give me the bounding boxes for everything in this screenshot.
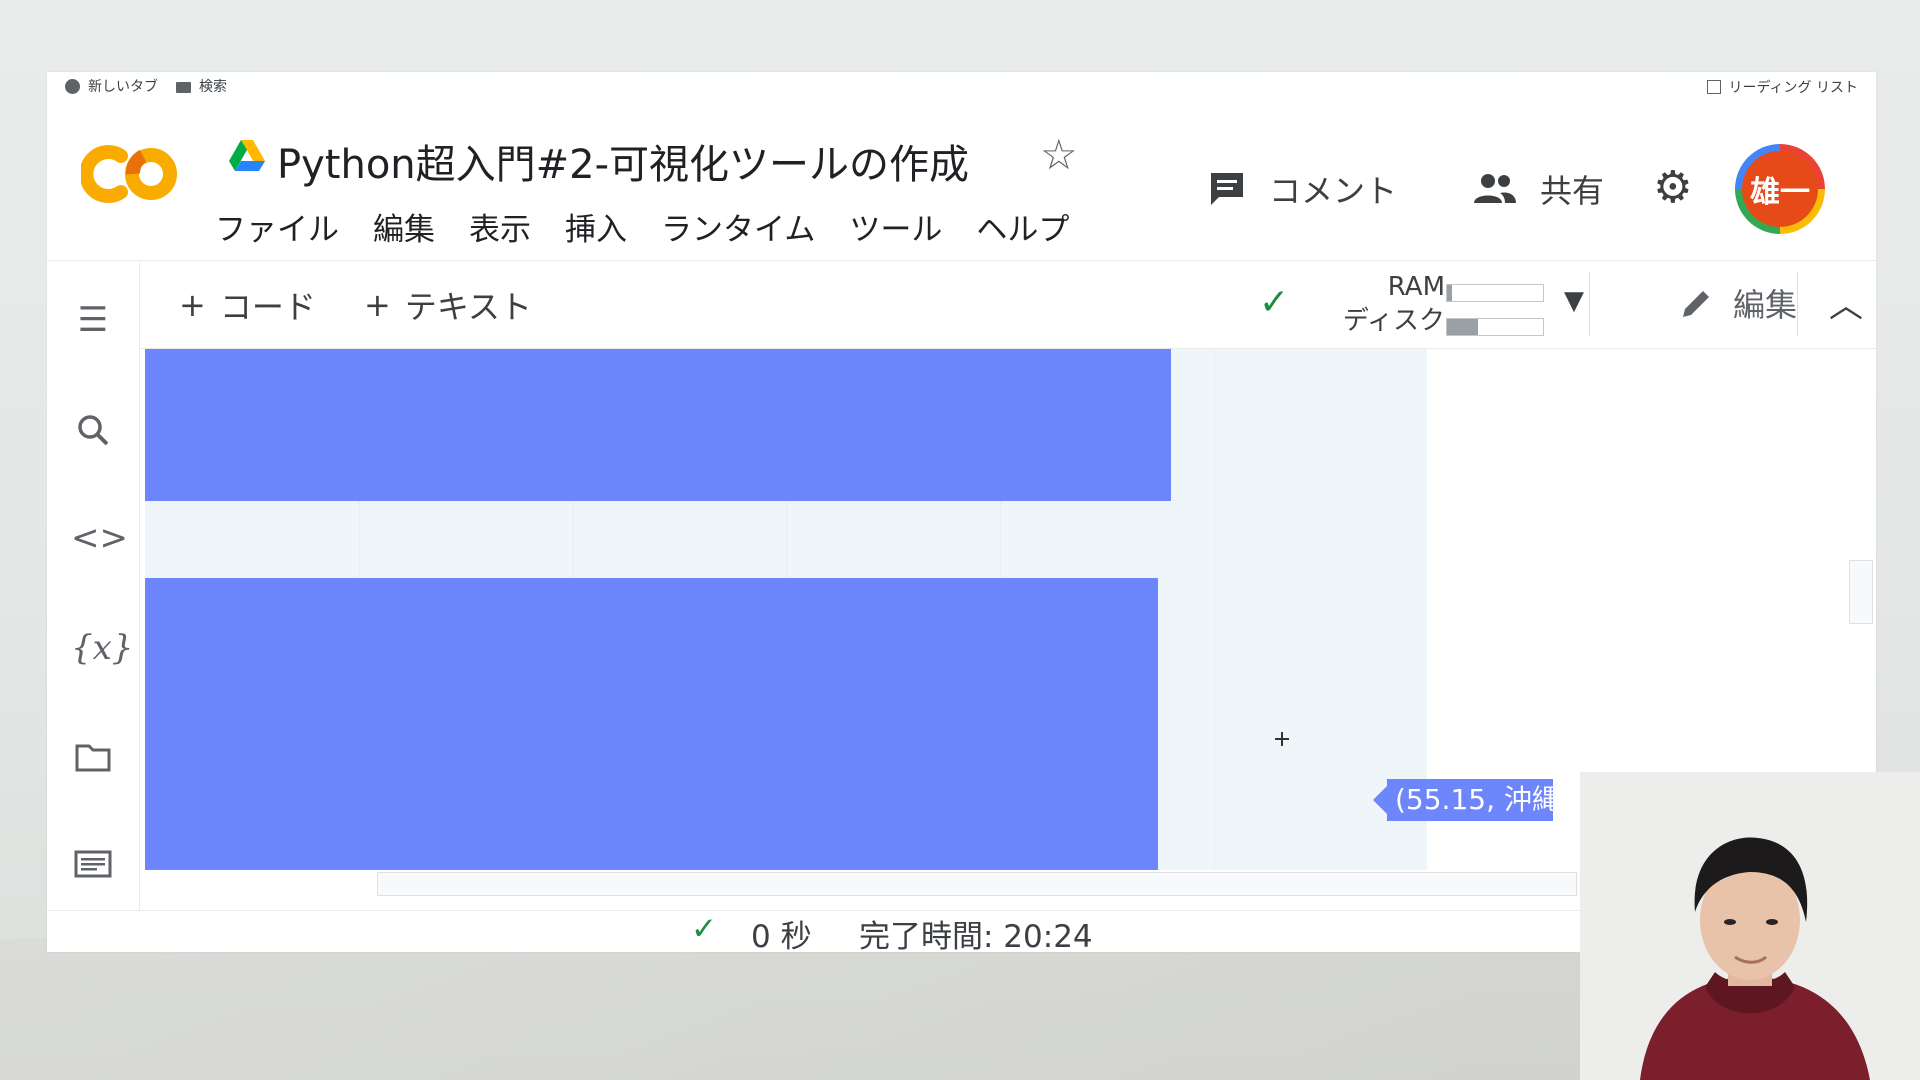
toolbar-divider	[1797, 272, 1798, 336]
notebook-toolbar: + コード + テキスト ✓ RAM ディスク ▼ 編集 ︿	[139, 260, 1876, 349]
vertical-scrollbar[interactable]	[1849, 560, 1873, 624]
bookmarks-bar: 新しいタブ 検索 リーディング リスト	[47, 72, 1876, 100]
completion-time: 完了時間: 20:24	[859, 919, 1093, 952]
bookmark-label: 検索	[199, 79, 227, 95]
avatar[interactable]: 雄一	[1735, 144, 1825, 234]
comment-button[interactable]: コメント	[1207, 166, 1397, 212]
menu-runtime[interactable]: ランタイム	[661, 204, 815, 249]
edit-button[interactable]: 編集	[1679, 280, 1797, 326]
ram-label: RAM	[1387, 272, 1445, 302]
share-label: 共有	[1540, 172, 1605, 210]
resource-labels[interactable]: RAM ディスク	[1315, 270, 1445, 338]
share-button[interactable]: 共有	[1472, 166, 1604, 212]
chevron-down-icon[interactable]: ▼	[1564, 286, 1584, 316]
plot-output	[145, 349, 1427, 870]
table-of-contents-icon[interactable]: ☰	[71, 300, 115, 340]
menu-edit[interactable]: 編集	[373, 204, 435, 249]
execution-duration: 0 秒	[751, 919, 812, 952]
toolbar-divider	[1589, 272, 1590, 336]
add-code-button[interactable]: + コード	[179, 282, 316, 328]
colab-header: Python超入門#2-可視化ツールの作成 ☆ ファイル 編集 表示 挿入 ラン…	[47, 100, 1876, 261]
horizontal-scrollbar[interactable]	[377, 872, 1577, 896]
disk-label: ディスク	[1342, 306, 1445, 336]
add-text-button[interactable]: + テキスト	[364, 282, 532, 328]
folder-icon[interactable]	[71, 738, 115, 778]
star-icon[interactable]: ☆	[1040, 130, 1078, 179]
plot-gridline	[1214, 349, 1215, 870]
bookmark-label: 新しいタブ	[88, 79, 158, 95]
globe-icon	[65, 78, 80, 94]
plus-icon: +	[364, 286, 391, 324]
menu-file[interactable]: ファイル	[215, 204, 339, 249]
disk-meter	[1446, 318, 1544, 336]
reading-list-button[interactable]: リーディング リスト	[1706, 77, 1858, 97]
reading-list-label: リーディング リスト	[1728, 80, 1858, 96]
menu-insert[interactable]: 挿入	[565, 204, 627, 249]
avatar-initials: 雄一	[1742, 151, 1818, 227]
gear-icon[interactable]: ⚙	[1653, 162, 1692, 213]
add-text-label: テキスト	[404, 288, 532, 326]
menu-help[interactable]: ヘルプ	[976, 204, 1069, 249]
crosshair-cursor	[1275, 732, 1289, 746]
left-sidebar: ☰ <> {x}	[47, 260, 140, 910]
notebook-title[interactable]: Python超入門#2-可視化ツールの作成	[277, 132, 969, 190]
terminal-icon[interactable]	[71, 844, 115, 884]
plus-icon: +	[179, 286, 206, 324]
add-code-label: コード	[219, 288, 316, 326]
ram-meter	[1446, 284, 1544, 302]
pencil-icon	[1683, 291, 1709, 317]
hover-label-pointer	[1373, 786, 1387, 814]
reading-list-icon	[1706, 80, 1721, 94]
people-icon	[1474, 174, 1516, 203]
chevron-up-icon[interactable]: ︿	[1829, 278, 1863, 327]
folder-icon	[176, 81, 191, 93]
hover-label: (55.15, 沖縄	[1387, 779, 1553, 821]
disk-meter-fill	[1447, 319, 1478, 335]
search-icon[interactable]	[71, 410, 115, 450]
comment-label: コメント	[1269, 172, 1398, 210]
colab-logo	[81, 145, 177, 203]
presenter-image	[1580, 772, 1920, 1080]
variables-icon[interactable]: {x}	[71, 628, 133, 668]
bookmark-new-tab[interactable]: 新しいタブ	[65, 76, 158, 96]
bookmark-search[interactable]: 検索	[176, 76, 227, 96]
menu-tools[interactable]: ツール	[849, 204, 942, 249]
connected-check-icon: ✓	[1259, 282, 1290, 323]
status-check-icon: ✓	[691, 911, 717, 947]
plot-bar[interactable]	[145, 349, 1171, 501]
ram-meter-fill	[1447, 285, 1452, 301]
plot-bar[interactable]	[145, 578, 1158, 870]
menu-bar: ファイル 編集 表示 挿入 ランタイム ツール ヘルプ	[215, 204, 1069, 249]
menu-view[interactable]: 表示	[469, 204, 531, 249]
webcam-overlay	[1580, 772, 1920, 1080]
comment-icon	[1211, 173, 1243, 205]
google-drive-icon[interactable]	[227, 138, 267, 174]
edit-label: 編集	[1733, 286, 1798, 324]
code-snippets-icon[interactable]: <>	[71, 518, 128, 558]
